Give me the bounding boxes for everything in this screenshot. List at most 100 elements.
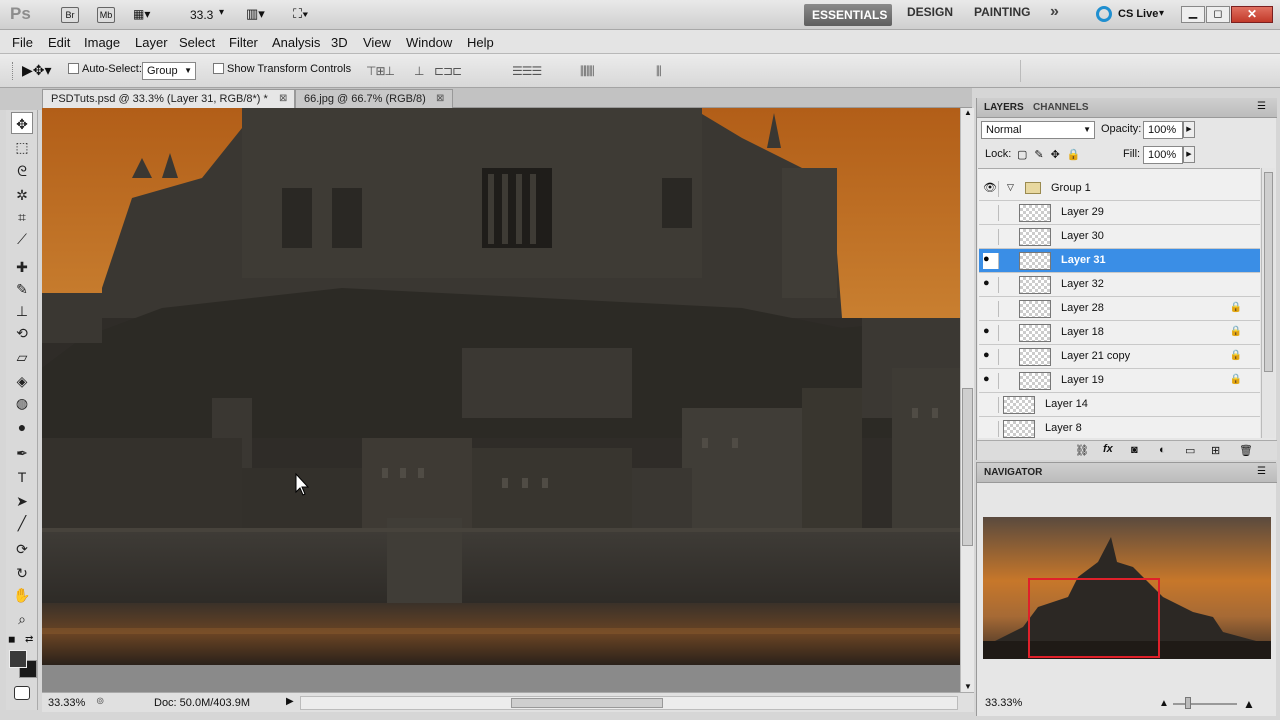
status-zoom-level[interactable]: 33.33% bbox=[48, 697, 85, 709]
navigator-zoom-slider[interactable] bbox=[1173, 703, 1237, 705]
workspace-design-button[interactable]: DESIGN bbox=[907, 5, 953, 19]
spot-healing-tool-icon[interactable]: ✚ bbox=[11, 256, 33, 278]
history-brush-tool-icon[interactable]: ⟲ bbox=[11, 322, 33, 344]
show-transform-controls-option[interactable]: Show Transform Controls bbox=[213, 63, 351, 75]
eye-icon[interactable]: ● bbox=[983, 373, 999, 389]
layer-row[interactable]: Layer 30 bbox=[979, 225, 1260, 249]
layer-row[interactable]: ● Layer 31 bbox=[979, 249, 1260, 273]
layers-scrollbar[interactable] bbox=[1261, 168, 1275, 438]
3d-orbit-tool-icon[interactable]: ↻ bbox=[11, 562, 33, 584]
eye-icon[interactable]: ● bbox=[983, 277, 999, 293]
tab-layers[interactable]: LAYERS bbox=[984, 102, 1024, 113]
menu-help[interactable]: Help bbox=[467, 35, 494, 50]
auto-select-option[interactable]: Auto-Select: bbox=[68, 63, 142, 75]
close-window-button[interactable]: ✕ bbox=[1231, 6, 1273, 23]
eye-icon[interactable]: ● bbox=[983, 325, 999, 341]
zoom-tool-icon[interactable]: ⌕ bbox=[11, 608, 33, 630]
screen-mode-button[interactable]: ⛶▾ bbox=[293, 6, 308, 22]
layer-row[interactable]: ● Layer 32 bbox=[979, 273, 1260, 297]
scroll-up-icon[interactable]: ▲ bbox=[964, 108, 972, 117]
view-extras-dropdown[interactable]: ▦▾ bbox=[133, 7, 163, 23]
move-tool-preset-picker[interactable]: ▶✥▾ bbox=[22, 62, 52, 79]
distribute-top-icon[interactable]: ☰☰☰ bbox=[512, 64, 542, 78]
brush-tool-icon[interactable]: ✎ bbox=[11, 278, 33, 300]
3d-rotate-tool-icon[interactable]: ⟳ bbox=[11, 538, 33, 560]
zoom-level-field[interactable]: 33.3 bbox=[190, 8, 213, 22]
horizontal-scroll-thumb[interactable] bbox=[511, 698, 663, 708]
status-info-icon[interactable]: ⊚ bbox=[96, 696, 104, 707]
tab-close-icon[interactable]: ⊠ bbox=[279, 93, 287, 104]
layer-row[interactable]: ● Layer 19 🔒 bbox=[979, 369, 1260, 393]
new-group-icon[interactable]: ▭ bbox=[1185, 444, 1195, 457]
foreground-color-swatch[interactable] bbox=[9, 650, 27, 668]
menu-layer[interactable]: Layer bbox=[135, 35, 168, 50]
tab-66-jpg[interactable]: 66.jpg @ 66.7% (RGB/8) ⊠ bbox=[295, 89, 453, 108]
panel-menu-icon[interactable]: ☰ bbox=[1257, 101, 1266, 112]
layers-scroll-thumb[interactable] bbox=[1264, 172, 1273, 372]
path-selection-tool-icon[interactable]: ➤ bbox=[11, 490, 33, 512]
hand-tool-icon[interactable]: ✋ bbox=[11, 584, 33, 606]
cs-live-button[interactable]: CS Live bbox=[1118, 8, 1158, 20]
adjustment-layer-icon[interactable]: ◐ bbox=[1159, 444, 1166, 456]
arrange-documents-button[interactable]: ▥▾ bbox=[246, 6, 265, 22]
layer-row[interactable]: Layer 28 🔒 bbox=[979, 297, 1260, 321]
menu-filter[interactable]: Filter bbox=[229, 35, 258, 50]
tab-channels[interactable]: CHANNELS bbox=[1033, 102, 1089, 113]
fill-field[interactable]: 100% bbox=[1143, 146, 1183, 164]
navigator-zoom-handle[interactable] bbox=[1185, 697, 1191, 709]
maximize-button[interactable]: ◻ bbox=[1206, 6, 1230, 23]
vertical-scroll-thumb[interactable] bbox=[962, 388, 973, 546]
layer-row[interactable]: Layer 29 bbox=[979, 201, 1260, 225]
workspace-painting-button[interactable]: PAINTING bbox=[974, 5, 1030, 19]
line-tool-icon[interactable]: ╱ bbox=[11, 512, 33, 534]
menu-file[interactable]: File bbox=[12, 35, 33, 50]
layer-style-icon[interactable]: fx bbox=[1103, 443, 1113, 455]
zoom-in-icon[interactable]: ▲ bbox=[1243, 697, 1255, 711]
layer-group-row[interactable]: 👁 ▽ Group 1 bbox=[979, 177, 1260, 201]
distribute-left-icon[interactable]: ⫼⫼⫼ bbox=[580, 64, 595, 79]
menu-edit[interactable]: Edit bbox=[48, 35, 70, 50]
add-mask-icon[interactable]: ◙ bbox=[1131, 444, 1138, 456]
layer-row[interactable]: Layer 14 bbox=[979, 393, 1260, 417]
eye-icon[interactable] bbox=[983, 397, 999, 413]
eraser-tool-icon[interactable]: ▱ bbox=[11, 346, 33, 368]
zoom-chevron-down-icon[interactable]: ▾ bbox=[219, 7, 224, 18]
align-left-edges-icon[interactable]: ⊏⊐⊏ bbox=[434, 64, 462, 78]
new-layer-icon[interactable]: ⊞ bbox=[1211, 444, 1220, 457]
zoom-out-icon[interactable]: ▲ bbox=[1159, 698, 1169, 709]
opacity-field[interactable]: 100% bbox=[1143, 121, 1183, 139]
layer-row[interactable]: Layer 8 bbox=[979, 417, 1260, 438]
eye-icon[interactable]: 👁 bbox=[983, 181, 999, 197]
eyedropper-tool-icon[interactable]: ⟋ bbox=[11, 228, 33, 250]
menu-view[interactable]: View bbox=[363, 35, 391, 50]
horizontal-scrollbar[interactable] bbox=[300, 696, 958, 710]
link-layers-icon[interactable]: ⛓ bbox=[1075, 444, 1089, 457]
swap-colors-icon[interactable]: ⇄ bbox=[25, 634, 33, 645]
menu-3d[interactable]: 3D bbox=[331, 35, 348, 50]
bridge-button[interactable]: Br bbox=[61, 7, 79, 23]
navigator-zoom-field[interactable]: 33.33% bbox=[985, 697, 1022, 709]
tab-psdtuts[interactable]: PSDTuts.psd @ 33.3% (Layer 31, RGB/8*) *… bbox=[42, 89, 295, 108]
menu-select[interactable]: Select bbox=[179, 35, 215, 50]
layer-row[interactable]: ● Layer 21 copy 🔒 bbox=[979, 345, 1260, 369]
blur-tool-icon[interactable]: ◍ bbox=[11, 392, 33, 414]
minimize-button[interactable]: ▁ bbox=[1181, 6, 1205, 23]
clone-stamp-tool-icon[interactable]: ⊥ bbox=[11, 300, 33, 322]
crop-tool-icon[interactable]: ⌗ bbox=[11, 206, 33, 228]
dodge-tool-icon[interactable]: ● bbox=[11, 416, 33, 438]
auto-align-layers-icon[interactable]: ⫼ bbox=[656, 64, 661, 79]
eye-icon[interactable]: ● bbox=[983, 349, 999, 365]
eye-icon[interactable] bbox=[983, 229, 999, 245]
default-colors-icon[interactable]: ◼ bbox=[8, 634, 15, 645]
move-tool-icon[interactable]: ✥ bbox=[11, 112, 33, 134]
blend-mode-dropdown[interactable]: Normal ▼ bbox=[981, 121, 1095, 139]
layer-row[interactable]: ● Layer 18 🔒 bbox=[979, 321, 1260, 345]
quick-mask-icon[interactable] bbox=[14, 686, 30, 700]
mini-bridge-button[interactable]: Mb bbox=[97, 7, 115, 23]
status-menu-arrow-icon[interactable]: ▶ bbox=[286, 696, 294, 707]
align-bottom-edges-icon[interactable]: ⊥ bbox=[414, 64, 425, 78]
eye-icon[interactable] bbox=[983, 421, 999, 437]
delete-layer-icon[interactable]: 🗑 bbox=[1239, 444, 1253, 457]
fill-slider-arrow-icon[interactable]: ▶ bbox=[1183, 146, 1195, 163]
more-workspaces-icon[interactable]: » bbox=[1050, 3, 1059, 21]
